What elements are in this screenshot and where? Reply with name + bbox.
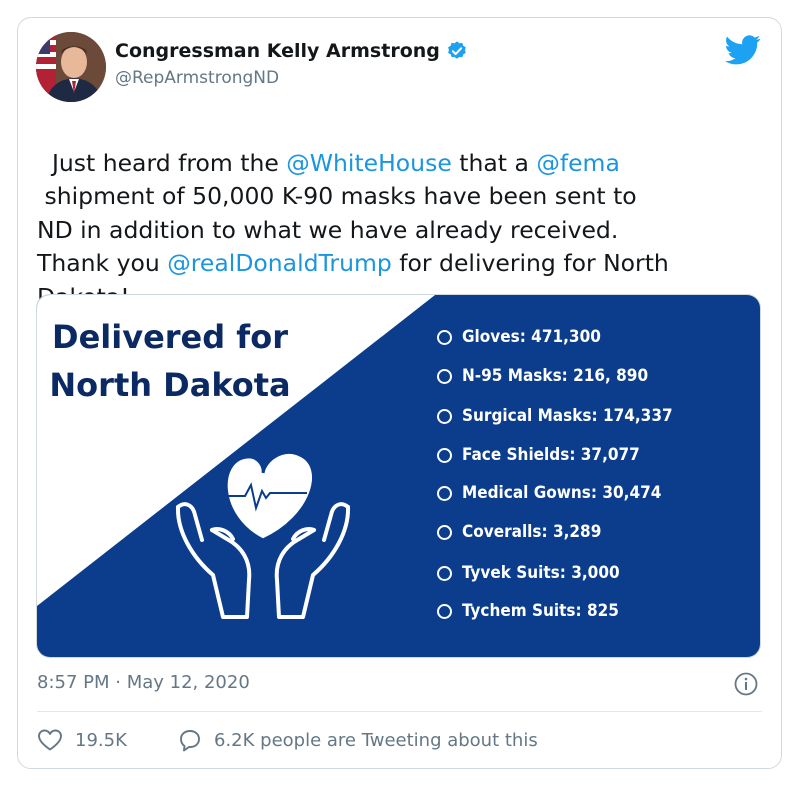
tweet-text-segment: Just heard from the (51, 148, 287, 177)
radio-circle-icon (437, 524, 452, 540)
mention-fema-link[interactable]: @fema (536, 149, 620, 177)
tweet-timestamp-link[interactable]: 8:57 PM · May 12, 2020 (37, 672, 250, 693)
mention-whitehouse-link[interactable]: @WhiteHouse (286, 149, 451, 177)
radio-circle-icon (437, 485, 452, 501)
tweet-text: Just heard from the @WhiteHouse that a @… (37, 113, 762, 314)
radio-circle-icon (437, 408, 452, 424)
stat-item-surgical-masks: Surgical Masks: 174,337 (437, 406, 673, 426)
radio-circle-icon (437, 603, 452, 619)
stat-text: Gloves: 471,300 (462, 327, 601, 347)
divider (37, 711, 762, 712)
media-headline-line1: Delivered for (52, 318, 288, 356)
tweet-media-image[interactable]: Delivered for North Dakota Gloves: 471,3… (36, 294, 761, 658)
radio-circle-icon (437, 565, 452, 581)
stat-text: N-95 Masks: 216, 890 (462, 366, 649, 386)
stat-text: Tyvek Suits: 3,000 (462, 563, 620, 583)
radio-circle-icon (437, 447, 452, 463)
stat-item-n95: N-95 Masks: 216, 890 (437, 366, 648, 386)
avatar[interactable] (36, 32, 106, 102)
handle[interactable]: @RepArmstrongND (115, 68, 279, 88)
stat-item-face-shields: Face Shields: 37,077 (437, 445, 640, 465)
mention-realdonaldtrump-link[interactable]: @realDonaldTrump (167, 249, 392, 277)
stat-text: Face Shields: 37,077 (462, 445, 640, 465)
conversation-link[interactable]: 6.2K people are Tweeting about this (176, 728, 538, 752)
media-headline-line2: North Dakota (49, 366, 290, 404)
stat-item-gloves: Gloves: 471,300 (437, 327, 601, 347)
author-name-row[interactable]: Congressman Kelly Armstrong (115, 40, 468, 62)
stat-item-coveralls: Coveralls: 3,289 (437, 522, 601, 542)
display-name[interactable]: Congressman Kelly Armstrong (115, 40, 440, 62)
stat-text: Tychem Suits: 825 (462, 601, 619, 621)
conversation-text: 6.2K people are Tweeting about this (214, 729, 538, 751)
media-graphic: Delivered for North Dakota (37, 295, 760, 657)
stat-text: Coveralls: 3,289 (462, 522, 602, 542)
radio-circle-icon (437, 329, 452, 345)
radio-circle-icon (437, 368, 452, 384)
twitter-bird-icon[interactable] (725, 35, 761, 65)
like-count: 19.5K (75, 729, 127, 751)
stat-item-tyvek-suits: Tyvek Suits: 3,000 (437, 563, 620, 583)
stat-text: Surgical Masks: 174,337 (462, 406, 673, 426)
stat-item-tychem-suits: Tychem Suits: 825 (437, 601, 619, 621)
tweet-text-segment: that a (451, 148, 537, 177)
stat-text: Medical Gowns: 30,474 (462, 483, 662, 503)
stat-item-medical-gowns: Medical Gowns: 30,474 (437, 483, 661, 503)
verified-badge-icon (447, 41, 466, 59)
heart-icon (38, 729, 62, 751)
reply-bubble-icon (180, 730, 200, 752)
info-icon[interactable] (734, 672, 758, 696)
like-button[interactable]: 19.5K (37, 728, 127, 752)
